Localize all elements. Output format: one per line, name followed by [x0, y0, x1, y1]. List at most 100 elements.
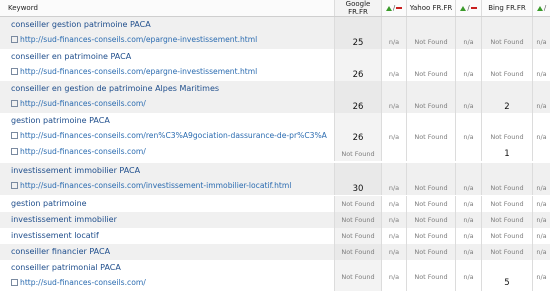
google-rank: 26	[352, 70, 364, 80]
google-rank: 30	[352, 184, 364, 194]
url-text[interactable]: http://sud-finances-conseils.com/epargne…	[20, 35, 257, 44]
table-row: conseiller gestion patrimoine PACA http:…	[0, 17, 550, 49]
yahoo-rank: Not Found	[414, 38, 448, 46]
bing-rank: Not Found	[490, 216, 524, 224]
bing-column-header[interactable]: Bing FR.FR	[482, 0, 533, 16]
ranking-url-link[interactable]: http://sud-finances-conseils.com/investi…	[11, 181, 291, 190]
yahoo-trend: n/a	[463, 273, 474, 281]
keyword-label: conseiller financier PACA	[11, 247, 111, 256]
bing-rank: Not Found	[490, 184, 524, 192]
ranking-url-link[interactable]: http://sud-finances-conseils.com/	[11, 278, 146, 287]
bing-rank: 2	[504, 102, 510, 112]
url-text[interactable]: http://sud-finances-conseils.com/	[20, 99, 146, 108]
minus-icon	[470, 7, 477, 9]
yahoo-trend-header[interactable]: /	[456, 0, 482, 16]
yahoo-trend: n/a	[463, 38, 474, 46]
table-row: gestion patrimoine PACA http://sud-finan…	[0, 113, 550, 161]
bing-rank: 5	[504, 278, 510, 288]
bing-rank-secondary: 1	[504, 149, 510, 159]
bing-rank: Not Found	[490, 232, 524, 240]
bing-trend: n/a	[536, 38, 547, 46]
bing-trend: n/a	[536, 200, 547, 208]
yahoo-rank: Not Found	[414, 200, 448, 208]
keyword-column-header[interactable]: Keyword	[0, 0, 335, 16]
yahoo-rank: Not Found	[414, 184, 448, 192]
trend-slash: /	[467, 4, 470, 12]
keyword-label: gestion patrimoine PACA	[11, 116, 110, 125]
url-text[interactable]: http://sud-finances-conseils.com/ren%C3%…	[20, 131, 327, 140]
google-trend: n/a	[388, 133, 400, 141]
rankings-table: Keyword Google FR.FR / Yahoo FR.FR / Bin…	[0, 0, 550, 291]
bing-trend: n/a	[536, 273, 547, 281]
google-trend: n/a	[388, 200, 400, 208]
external-link-icon	[11, 100, 18, 107]
external-link-icon	[11, 36, 18, 43]
arrow-up-icon	[536, 5, 543, 11]
google-rank: 26	[352, 133, 364, 143]
bing-trend-header[interactable]: /	[533, 0, 550, 16]
keyword-label: conseiller patrimonial PACA	[11, 263, 121, 272]
ranking-url-link[interactable]: http://sud-finances-conseils.com/ren%C3%…	[11, 131, 327, 140]
bing-rank: Not Found	[490, 248, 524, 256]
google-trend: n/a	[388, 70, 400, 78]
keyword-label: gestion patrimoine	[11, 199, 87, 208]
table-row: investissement immobilier PACA http://su…	[0, 163, 550, 195]
external-link-icon	[11, 132, 18, 139]
table-row: conseiller financier PACA Not Found n/a …	[0, 244, 550, 260]
external-link-icon	[11, 148, 18, 155]
yahoo-trend: n/a	[463, 216, 474, 224]
yahoo-column-header[interactable]: Yahoo FR.FR	[407, 0, 456, 16]
google-trend: n/a	[388, 273, 400, 281]
bing-rank: Not Found	[490, 133, 524, 141]
ranking-url-link[interactable]: http://sud-finances-conseils.com/epargne…	[11, 35, 257, 44]
bing-rank: Not Found	[490, 70, 524, 78]
table-row: conseiller en patrimoine PACA http://sud…	[0, 49, 550, 81]
google-rank: Not Found	[341, 273, 375, 281]
google-trend-header[interactable]: /	[382, 0, 407, 16]
keyword-label: investissement locatif	[11, 231, 99, 240]
table-row: conseiller en gestion de patrimoine Alpe…	[0, 81, 550, 113]
google-rank: Not Found	[341, 200, 375, 208]
yahoo-trend: n/a	[463, 200, 474, 208]
google-rank: 25	[352, 38, 364, 48]
google-trend: n/a	[388, 38, 400, 46]
url-text[interactable]: http://sud-finances-conseils.com/	[20, 278, 146, 287]
keyword-label: investissement immobilier	[11, 215, 117, 224]
url-text[interactable]: http://sud-finances-conseils.com/investi…	[20, 181, 291, 190]
table-row: gestion patrimoine Not Found n/a Not Fou…	[0, 196, 550, 212]
yahoo-rank: Not Found	[414, 70, 448, 78]
google-rank: Not Found	[341, 216, 375, 224]
google-rank: Not Found	[341, 248, 375, 256]
table-row: investissement immobilier Not Found n/a …	[0, 212, 550, 228]
bing-trend: n/a	[536, 248, 547, 256]
yahoo-trend: n/a	[463, 232, 474, 240]
keyword-label: conseiller en gestion de patrimoine Alpe…	[11, 84, 220, 93]
yahoo-trend: n/a	[463, 102, 474, 110]
yahoo-trend: n/a	[463, 184, 474, 192]
yahoo-rank: Not Found	[414, 102, 448, 110]
bing-trend: n/a	[536, 184, 547, 192]
keyword-label: investissement immobilier PACA	[11, 166, 141, 175]
url-text[interactable]: http://sud-finances-conseils.com/epargne…	[20, 67, 257, 76]
yahoo-rank: Not Found	[414, 216, 448, 224]
external-link-icon	[11, 68, 18, 75]
ranking-url-link[interactable]: http://sud-finances-conseils.com/epargne…	[11, 67, 257, 76]
table-row: investissement locatif Not Found n/a Not…	[0, 228, 550, 244]
bing-rank: Not Found	[490, 200, 524, 208]
keyword-label: conseiller en patrimoine PACA	[11, 52, 132, 61]
trend-slash: /	[543, 4, 547, 12]
table-row: conseiller patrimonial PACA http://sud-f…	[0, 260, 550, 291]
bing-trend: n/a	[536, 232, 547, 240]
ranking-url-link[interactable]: http://sud-finances-conseils.com/	[11, 147, 146, 156]
google-trend: n/a	[388, 216, 400, 224]
ranking-url-link[interactable]: http://sud-finances-conseils.com/	[11, 99, 146, 108]
google-column-header[interactable]: Google FR.FR	[335, 0, 382, 16]
trend-slash: /	[392, 4, 396, 12]
url-text[interactable]: http://sud-finances-conseils.com/	[20, 147, 146, 156]
bing-trend: n/a	[536, 102, 547, 110]
minus-icon	[396, 7, 403, 9]
google-trend: n/a	[388, 184, 400, 192]
google-trend: n/a	[388, 232, 400, 240]
yahoo-rank: Not Found	[414, 248, 448, 256]
keyword-label: conseiller gestion patrimoine PACA	[11, 20, 151, 29]
